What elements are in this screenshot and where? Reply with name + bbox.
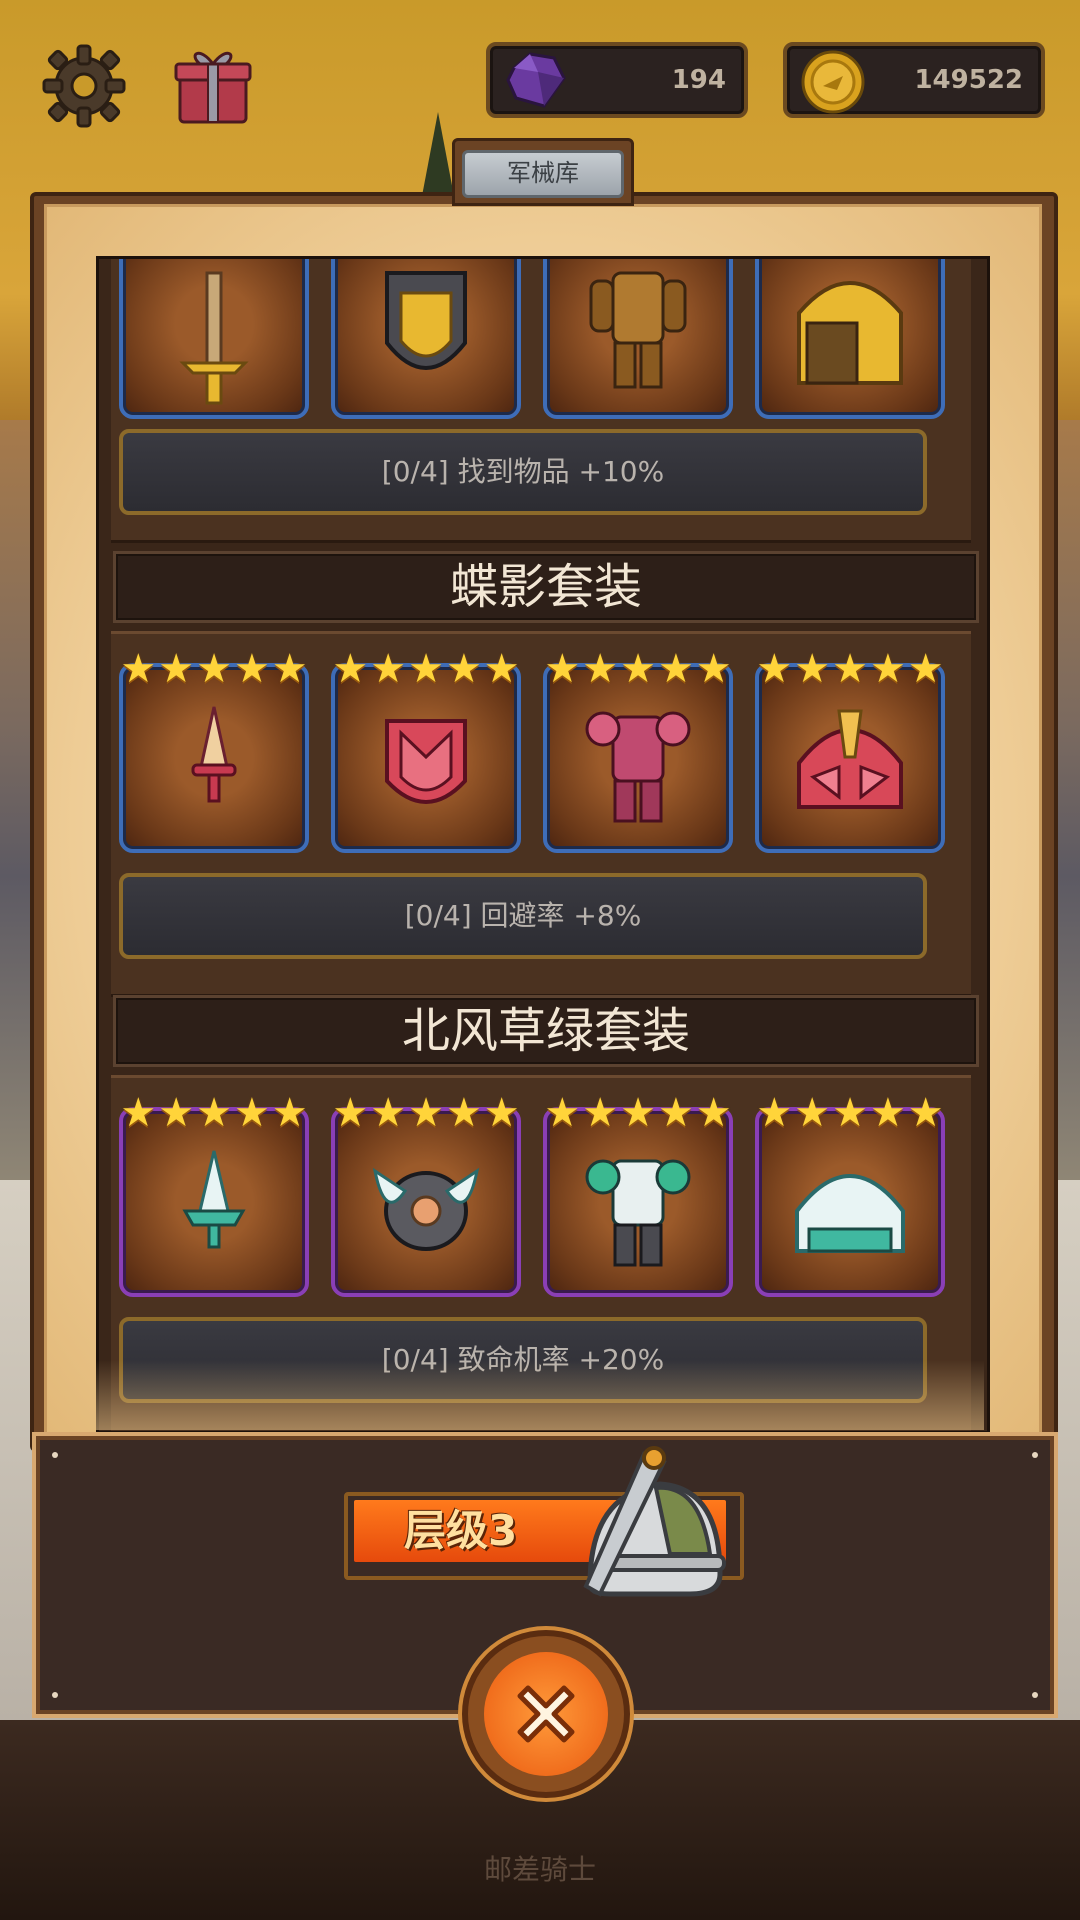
set-list[interactable]: [0/4] 找到物品 +10% 蝶影套装 ★ ★ ★ ★ ★ ★ ★ ★ ★ ★ ★ ★ ★ ★ ★ [96, 256, 990, 1434]
set-title: 蝶影套装 [113, 551, 979, 623]
level-label: 层级3 [404, 1506, 518, 1555]
panel-title: 军械库 [462, 150, 624, 198]
rivet [1032, 1692, 1038, 1698]
equipment-slot[interactable]: ★ ★ ★ ★ ★ [755, 647, 945, 853]
gear-icon [42, 44, 126, 128]
equipment-slot[interactable] [119, 259, 309, 419]
rivet [52, 1692, 58, 1698]
settings-button[interactable] [40, 42, 128, 130]
coin-count: 149522 [914, 65, 1023, 95]
equipment-slot[interactable] [331, 259, 521, 419]
gem-counter: 194 [486, 42, 748, 118]
dagger-icon [182, 1150, 246, 1249]
shield-icon [372, 1167, 480, 1251]
equipment-slot[interactable] [543, 259, 733, 419]
equipment-slot[interactable]: ★ ★ ★ ★ ★ [543, 647, 733, 853]
set-bonus: [0/4] 致命机率 +20% [119, 1317, 927, 1403]
knight-helmet-icon [583, 1446, 726, 1597]
close-button[interactable] [462, 1630, 630, 1798]
rivet [1032, 1452, 1038, 1458]
set-items-row: ★ ★ ★ ★ ★ ★ ★ ★ ★ ★ ★ ★ ★ ★ ★ ★ ★ ★ ★ ★ [119, 647, 945, 853]
shield-icon [385, 719, 467, 804]
set-bonus: [0/4] 回避率 +8% [119, 873, 927, 959]
armor-icon [589, 271, 687, 389]
set-items-row [119, 259, 945, 419]
gem-count: 194 [671, 65, 726, 95]
helmet-icon [797, 709, 903, 809]
armor-icon [585, 1159, 691, 1267]
set-title: 北风草绿套装 [113, 995, 979, 1067]
gift-icon [174, 51, 252, 124]
coin-icon [801, 50, 865, 114]
dagger-icon [191, 706, 237, 803]
close-button-face [484, 1652, 608, 1776]
equipment-slot[interactable]: ★ ★ ★ ★ ★ [331, 647, 521, 853]
set-bonus: [0/4] 找到物品 +10% [119, 429, 927, 515]
shield-icon [385, 271, 467, 370]
equipment-slot[interactable]: ★ ★ ★ ★ ★ [755, 1091, 945, 1297]
footer-label: 邮差骑士 [483, 1853, 596, 1886]
equipment-slot[interactable]: ★ ★ ★ ★ ★ [331, 1091, 521, 1297]
rivet [52, 1452, 58, 1458]
coin-counter: 149522 [783, 42, 1045, 118]
armor-icon [585, 711, 691, 823]
gem-icon [506, 52, 566, 108]
sword-icon [179, 271, 249, 405]
set-items-row: ★ ★ ★ ★ ★ ★ ★ ★ ★ ★ ★ ★ ★ ★ ★ ★ ★ ★ ★ ★ [119, 1091, 945, 1297]
equipment-slot[interactable]: ★ ★ ★ ★ ★ [543, 1091, 733, 1297]
equipment-slot[interactable] [755, 259, 945, 419]
equipment-slot[interactable]: ★ ★ ★ ★ ★ [119, 1091, 309, 1297]
equipment-slot[interactable]: ★ ★ ★ ★ ★ [119, 647, 309, 853]
close-icon [517, 1685, 575, 1743]
gift-button[interactable] [168, 40, 258, 130]
helmet-icon [795, 1174, 905, 1253]
helmet-icon [797, 281, 903, 385]
